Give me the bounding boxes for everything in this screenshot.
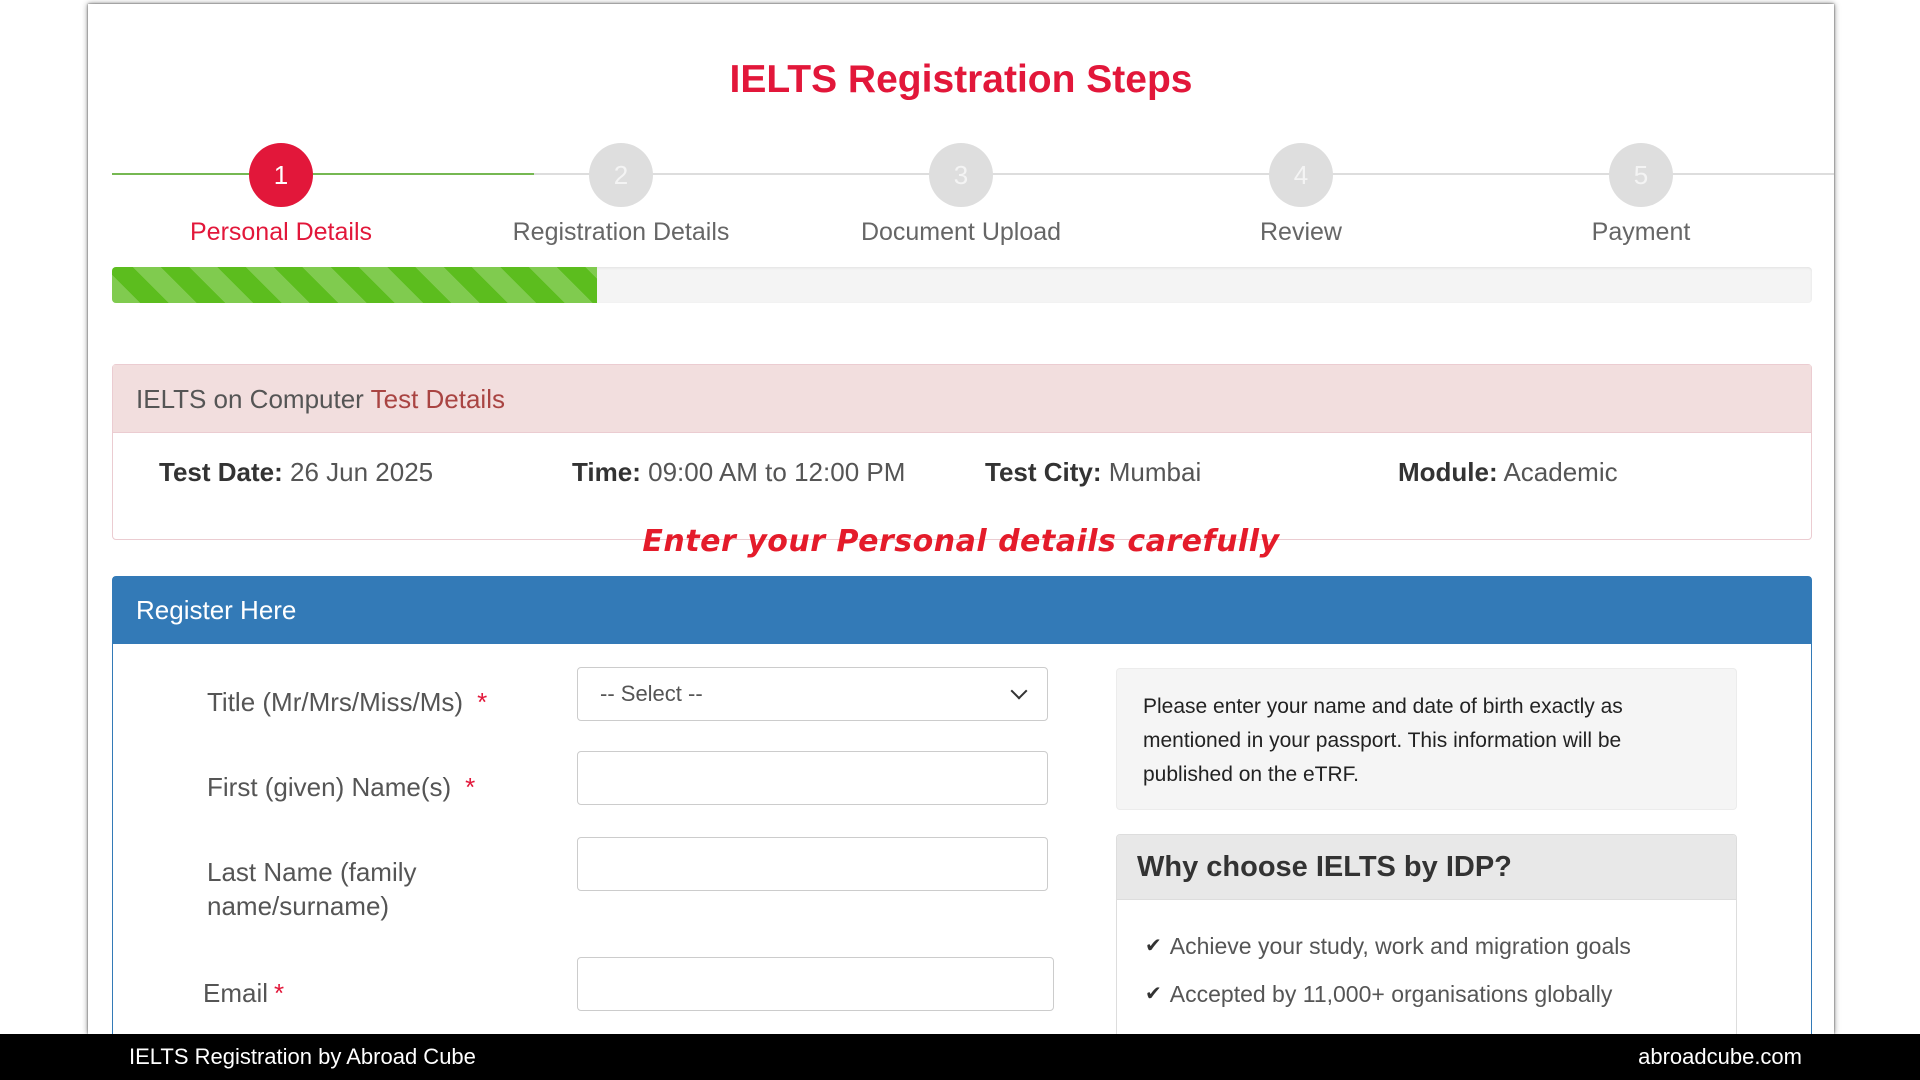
check-icon: ✔ bbox=[1145, 983, 1162, 1005]
caption-bar: IELTS Registration by Abroad Cube abroad… bbox=[0, 1034, 1920, 1080]
last-name-input[interactable] bbox=[577, 837, 1048, 891]
test-date-value: 26 Jun 2025 bbox=[290, 457, 434, 487]
step-number: 5 bbox=[1609, 143, 1673, 207]
test-city: Test City: Mumbai bbox=[985, 457, 1201, 488]
last-name-label: Last Name (family name/surname) bbox=[207, 855, 417, 923]
list-item: ✔ Accepted by 11,000+ organisations glob… bbox=[1145, 970, 1736, 1018]
first-name-label-text: First (given) Name(s) bbox=[207, 772, 452, 802]
check-icon: ✔ bbox=[1145, 935, 1162, 957]
test-module: Module: Academic bbox=[1398, 457, 1618, 488]
step-label: Payment bbox=[1591, 218, 1691, 246]
registration-progress-bar bbox=[112, 267, 1812, 303]
email-input[interactable] bbox=[577, 957, 1054, 1011]
instruction-annotation: Enter your Personal details carefully bbox=[642, 524, 1280, 559]
page-title: IELTS Registration Steps bbox=[729, 58, 1193, 101]
required-marker: * bbox=[274, 978, 285, 1008]
register-heading: Register Here bbox=[113, 577, 1811, 644]
title-select[interactable]: -- Select -- bbox=[577, 667, 1048, 721]
test-time: Time: 09:00 AM to 12:00 PM bbox=[572, 457, 905, 488]
test-city-label: Test City: bbox=[985, 457, 1102, 487]
title-label-text: Title (Mr/Mrs/Miss/Ms) bbox=[207, 687, 464, 717]
first-name-label: First (given) Name(s) * bbox=[207, 770, 475, 804]
last-name-label-line2: name/surname) bbox=[207, 891, 390, 921]
test-module-value: Academic bbox=[1503, 457, 1618, 487]
step-payment[interactable]: 5 Payment bbox=[1441, 143, 1834, 247]
email-label: Email * bbox=[203, 976, 284, 1010]
test-details-panel: IELTS on Computer Test Details Test Date… bbox=[112, 364, 1812, 540]
test-details-accent: Test Details bbox=[370, 384, 505, 414]
test-module-label: Module: bbox=[1398, 457, 1498, 487]
registration-card: IELTS Registration Steps 1 Personal Deta… bbox=[88, 4, 1834, 1034]
email-label-text: Email bbox=[203, 978, 269, 1008]
progress-fill bbox=[112, 267, 597, 303]
caption-left: IELTS Registration by Abroad Cube bbox=[129, 1044, 476, 1069]
passport-name-note: Please enter your name and date of birth… bbox=[1116, 668, 1737, 810]
title-select-value: -- Select -- bbox=[600, 681, 703, 706]
why-choose-panel: Why choose IELTS by IDP? ✔ Achieve your … bbox=[1116, 834, 1737, 1034]
required-marker: * bbox=[477, 687, 488, 717]
register-panel: Register Here Title (Mr/Mrs/Miss/Ms) * --… bbox=[112, 576, 1812, 1034]
test-time-label: Time: bbox=[572, 457, 641, 487]
test-city-value: Mumbai bbox=[1108, 457, 1202, 487]
step-number: 1 bbox=[249, 143, 313, 207]
step-number: 2 bbox=[589, 143, 653, 207]
test-time-value: 09:00 AM to 12:00 PM bbox=[648, 457, 906, 487]
test-details-heading: IELTS on Computer Test Details bbox=[113, 365, 1811, 433]
title-label: Title (Mr/Mrs/Miss/Ms) * bbox=[207, 685, 487, 719]
test-type: IELTS on Computer bbox=[136, 384, 364, 414]
step-number: 3 bbox=[929, 143, 993, 207]
step-number: 4 bbox=[1269, 143, 1333, 207]
benefit-text: Achieve your study, work and migration g… bbox=[1169, 933, 1631, 959]
why-choose-title: Why choose IELTS by IDP? bbox=[1117, 835, 1736, 900]
first-name-input[interactable] bbox=[577, 751, 1048, 805]
benefits-list: ✔ Achieve your study, work and migration… bbox=[1117, 900, 1736, 1018]
required-marker: * bbox=[465, 772, 476, 802]
chevron-down-icon bbox=[1010, 682, 1028, 700]
caption-website: abroadcube.com bbox=[1638, 1044, 1802, 1069]
test-date-label: Test Date: bbox=[159, 457, 283, 487]
list-item: ✔ Achieve your study, work and migration… bbox=[1145, 922, 1736, 970]
last-name-label-line1: Last Name (family bbox=[207, 857, 417, 887]
test-date: Test Date: 26 Jun 2025 bbox=[159, 457, 433, 488]
benefit-text: Accepted by 11,000+ organisations global… bbox=[1169, 981, 1613, 1007]
